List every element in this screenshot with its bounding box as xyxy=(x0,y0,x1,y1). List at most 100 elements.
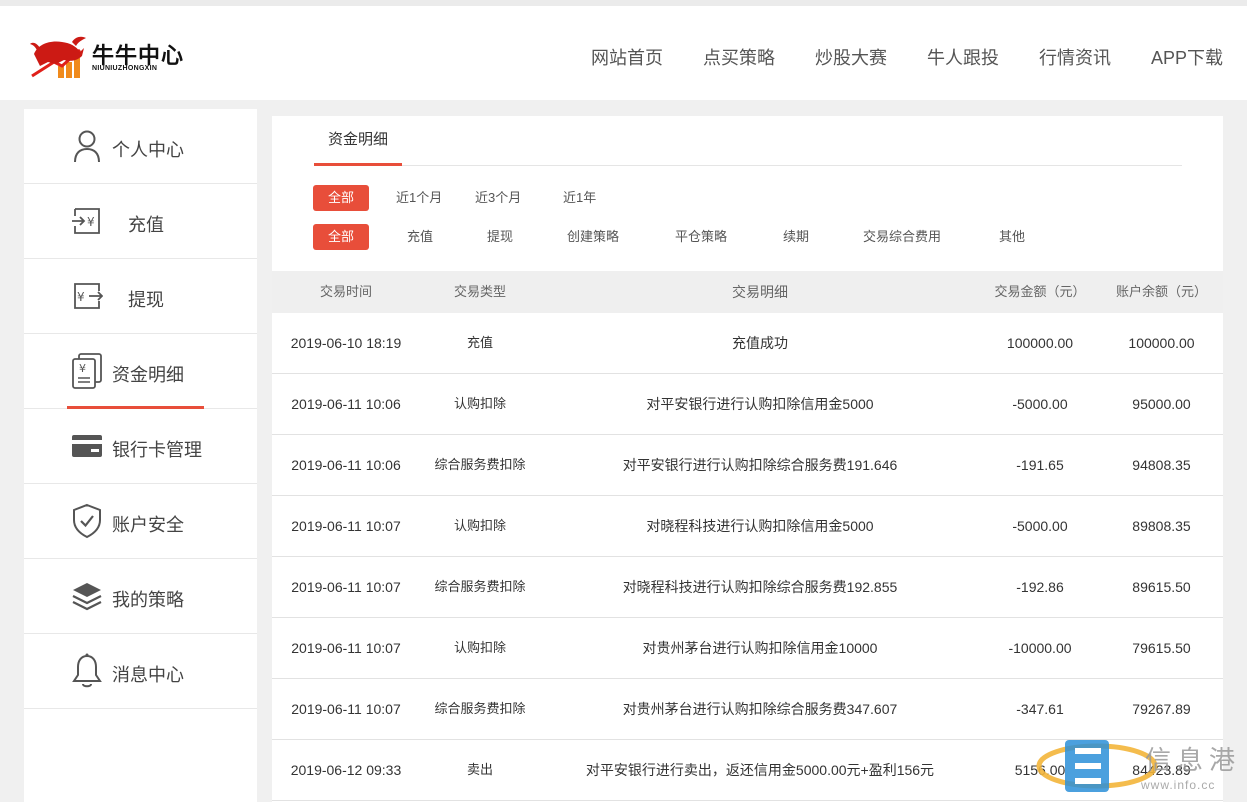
time-filter-1year[interactable]: 近1年 xyxy=(563,185,596,211)
cell-type: 综合服务费扣除 xyxy=(434,579,526,594)
cell-type: 认购扣除 xyxy=(453,640,506,655)
cell-type: 综合服务费扣除 xyxy=(434,701,526,716)
tab-bar: 资金明细 xyxy=(314,116,1182,166)
withdraw-icon: ¥ xyxy=(71,279,103,313)
cell-balance: 95000.00 xyxy=(1132,396,1191,412)
sidebar-item-messages[interactable]: 消息中心 xyxy=(24,634,257,709)
cell-time: 2019-06-12 09:33 xyxy=(290,762,402,778)
column-header-time: 交易时间 xyxy=(319,284,372,299)
type-filter-trade-fees[interactable]: 交易综合费用 xyxy=(863,224,941,250)
cell-type: 认购扣除 xyxy=(453,518,506,533)
header: 牛牛中心 NIUNIUZHONGXIN 网站首页 点买策略 炒股大赛 牛人跟投 … xyxy=(0,6,1247,100)
cell-balance: 79615.50 xyxy=(1132,640,1191,656)
cell-amount: -10000.00 xyxy=(1008,640,1072,656)
table-row: 2019-06-11 10:07 认购扣除 对贵州茅台进行认购扣除信用金1000… xyxy=(272,618,1223,679)
column-header-balance: 账户余额（元） xyxy=(1115,284,1207,299)
nav-strategy[interactable]: 点买策略 xyxy=(703,44,775,70)
sidebar: 个人中心 ¥ 充值 ¥ 提现 ¥ 资金明细 银行卡管理 账户安全 我的策略 消息… xyxy=(24,109,257,802)
time-filter-3months[interactable]: 近3个月 xyxy=(475,185,521,211)
cell-detail: 对平安银行进行认购扣除信用金5000 xyxy=(646,396,874,412)
svg-text:¥: ¥ xyxy=(87,215,95,229)
cell-type: 综合服务费扣除 xyxy=(434,457,526,472)
time-filter-all[interactable]: 全部 xyxy=(313,185,369,211)
type-filter-withdraw[interactable]: 提现 xyxy=(487,224,513,250)
nav-home[interactable]: 网站首页 xyxy=(591,44,663,70)
tab-fund-detail[interactable]: 资金明细 xyxy=(314,116,402,166)
column-header-detail: 交易明细 xyxy=(732,284,788,300)
cell-type: 卖出 xyxy=(466,762,493,777)
recharge-icon: ¥ xyxy=(71,204,103,238)
cell-amount: -5000.00 xyxy=(1012,518,1068,534)
brand-name-en: NIUNIUZHONGXIN xyxy=(92,65,158,72)
cell-time: 2019-06-11 10:07 xyxy=(291,640,401,656)
cell-type: 充值 xyxy=(466,335,493,350)
sidebar-item-personal[interactable]: 个人中心 xyxy=(24,109,257,184)
svg-text:¥: ¥ xyxy=(79,362,86,375)
sidebar-item-label: 账户安全 xyxy=(112,515,184,535)
sidebar-item-my-strategy[interactable]: 我的策略 xyxy=(24,559,257,634)
sidebar-item-security[interactable]: 账户安全 xyxy=(24,484,257,559)
cell-detail: 对晓程科技进行认购扣除信用金5000 xyxy=(646,518,874,534)
type-filter-renew[interactable]: 续期 xyxy=(783,224,809,250)
sidebar-item-label: 我的策略 xyxy=(112,590,184,610)
watermark: 信息港 www.info.cc xyxy=(1035,730,1247,802)
cell-amount: 100000.00 xyxy=(1006,335,1074,351)
main-panel: 资金明细 全部 近1个月 近3个月 近1年 全部 充值 提现 创建策略 平仓策略… xyxy=(272,116,1223,802)
cell-balance: 89615.50 xyxy=(1132,579,1191,595)
bell-icon xyxy=(71,653,103,688)
logo[interactable]: 牛牛中心 NIUNIUZHONGXIN xyxy=(28,32,188,82)
table-row: 2019-06-11 10:07 认购扣除 对晓程科技进行认购扣除信用金5000… xyxy=(272,496,1223,557)
cell-time: 2019-06-11 10:06 xyxy=(291,396,401,412)
nav-contest[interactable]: 炒股大赛 xyxy=(815,44,887,70)
table-row: 2019-06-11 10:06 认购扣除 对平安银行进行认购扣除信用金5000… xyxy=(272,374,1223,435)
table-header: 交易时间 交易类型 交易明细 交易金额（元） 账户余额（元） xyxy=(272,271,1223,313)
table-row: 2019-06-11 10:06 综合服务费扣除 对平安银行进行认购扣除综合服务… xyxy=(272,435,1223,496)
type-filter-all[interactable]: 全部 xyxy=(313,224,369,250)
table-row: 2019-06-10 18:19 充值 充值成功 100000.00 10000… xyxy=(272,313,1223,374)
watermark-text: 信息港 xyxy=(1145,746,1242,776)
bank-card-icon xyxy=(71,429,103,463)
sidebar-item-label: 消息中心 xyxy=(112,665,184,685)
type-filter-create-strategy[interactable]: 创建策略 xyxy=(567,224,619,250)
sidebar-item-label: 资金明细 xyxy=(112,365,184,385)
nav-news[interactable]: 行情资讯 xyxy=(1039,44,1111,70)
cell-detail: 充值成功 xyxy=(732,335,788,351)
sidebar-item-fund-detail[interactable]: ¥ 资金明细 xyxy=(24,334,257,409)
sidebar-item-label: 个人中心 xyxy=(112,140,184,160)
sidebar-item-label: 充值 xyxy=(128,215,164,235)
fund-detail-icon: ¥ xyxy=(71,353,103,389)
cell-detail: 对贵州茅台进行认购扣除综合服务费347.607 xyxy=(622,701,898,717)
nav-follow[interactable]: 牛人跟投 xyxy=(927,44,999,70)
sidebar-item-label: 提现 xyxy=(128,290,164,310)
cell-time: 2019-06-11 10:06 xyxy=(291,457,401,473)
sidebar-item-recharge[interactable]: ¥ 充值 xyxy=(24,184,257,259)
user-icon xyxy=(71,129,103,163)
cell-amount: -191.65 xyxy=(1016,457,1064,473)
type-filter-close-strategy[interactable]: 平仓策略 xyxy=(675,224,727,250)
time-filter-1month[interactable]: 近1个月 xyxy=(396,185,442,211)
cell-detail: 对贵州茅台进行认购扣除信用金10000 xyxy=(642,640,878,656)
svg-text:¥: ¥ xyxy=(77,290,85,304)
shield-icon xyxy=(71,503,103,539)
cell-balance: 94808.35 xyxy=(1132,457,1191,473)
sidebar-item-withdraw[interactable]: ¥ 提现 xyxy=(24,259,257,334)
sidebar-item-bank-card[interactable]: 银行卡管理 xyxy=(24,409,257,484)
cell-time: 2019-06-11 10:07 xyxy=(291,701,401,717)
type-filter-other[interactable]: 其他 xyxy=(999,224,1025,250)
watermark-url: www.info.cc xyxy=(1141,778,1216,792)
bull-logo-icon xyxy=(30,36,86,78)
cell-time: 2019-06-11 10:07 xyxy=(291,518,401,534)
cell-amount: -192.86 xyxy=(1016,579,1064,595)
cell-amount: -5000.00 xyxy=(1012,396,1068,412)
cell-time: 2019-06-10 18:19 xyxy=(290,335,402,351)
cell-detail: 对晓程科技进行认购扣除综合服务费192.855 xyxy=(622,579,898,595)
column-header-type: 交易类型 xyxy=(453,284,506,299)
type-filter-recharge[interactable]: 充值 xyxy=(407,224,433,250)
nav-app-download[interactable]: APP下载 xyxy=(1151,44,1223,70)
cell-time: 2019-06-11 10:07 xyxy=(291,579,401,595)
cell-detail: 对平安银行进行认购扣除综合服务费191.646 xyxy=(622,457,898,473)
sidebar-item-label: 银行卡管理 xyxy=(112,440,202,460)
cell-balance: 100000.00 xyxy=(1128,335,1195,351)
column-header-amount: 交易金额（元） xyxy=(994,284,1086,299)
layers-icon xyxy=(71,579,103,613)
